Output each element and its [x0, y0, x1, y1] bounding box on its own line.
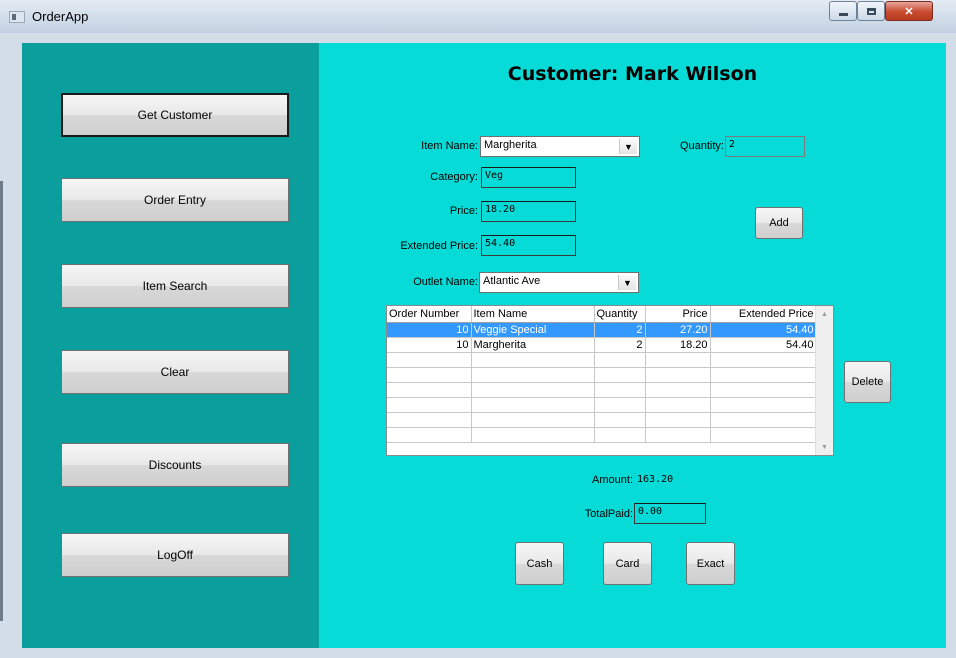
empty-row: [387, 427, 817, 443]
get-customer-button[interactable]: Get Customer: [61, 93, 289, 137]
chevron-down-icon: ▼: [618, 275, 636, 290]
window-frame-right: [946, 33, 956, 658]
category-label: Category:: [430, 171, 478, 183]
app-window: OrderApp ✕ Get Customer Order Entry Item…: [0, 0, 956, 658]
item-name-value: Margherita: [484, 139, 537, 151]
clear-button[interactable]: Clear: [61, 350, 289, 394]
grid-header-row: Order Number Item Name Quantity Price Ex…: [387, 306, 817, 323]
cash-button[interactable]: Cash: [515, 542, 564, 585]
close-icon: ✕: [904, 5, 914, 18]
cell-order-number[interactable]: 10: [387, 337, 472, 353]
price-field: 18.20: [481, 201, 576, 222]
delete-button[interactable]: Delete: [844, 361, 891, 403]
empty-row: [387, 397, 817, 413]
order-entry-button[interactable]: Order Entry: [61, 178, 289, 222]
customer-title: Customer: Mark Wilson: [507, 63, 758, 85]
discounts-button[interactable]: Discounts: [61, 443, 289, 487]
cell-quantity[interactable]: 2: [594, 322, 646, 338]
card-button[interactable]: Card: [603, 542, 652, 585]
price-label: Price:: [449, 205, 478, 217]
column-header-order-number[interactable]: Order Number: [387, 306, 472, 323]
column-header-item-name[interactable]: Item Name: [471, 306, 595, 323]
cell-extended-price[interactable]: 54.40: [710, 322, 817, 338]
minimize-icon: [838, 12, 848, 16]
window-frame-bottom: [0, 648, 956, 658]
outlet-name-label: Outlet Name:: [413, 276, 478, 288]
table-row[interactable]: 10 Margherita 2 18.20 54.40: [387, 337, 817, 353]
maximize-icon: [866, 7, 876, 15]
empty-row: [387, 412, 817, 428]
quantity-label: Quantity:: [679, 140, 724, 152]
cell-order-number[interactable]: 10: [387, 322, 472, 338]
window-frame-top: [22, 33, 946, 43]
scroll-up-icon[interactable]: ▲: [816, 306, 833, 322]
title-bar[interactable]: OrderApp ✕: [0, 0, 956, 33]
total-paid-label: TotalPaid:: [584, 508, 633, 520]
amount-value: 163.20: [637, 474, 674, 485]
add-button[interactable]: Add: [755, 207, 803, 239]
empty-row: [387, 367, 817, 383]
table-row[interactable]: 10 Veggie Special 2 27.20 54.40: [387, 322, 817, 338]
cell-price[interactable]: 27.20: [645, 322, 711, 338]
close-button[interactable]: ✕: [885, 1, 933, 21]
window-title: OrderApp: [32, 9, 89, 24]
chevron-down-icon: ▼: [619, 139, 637, 154]
maximize-button[interactable]: [857, 1, 885, 21]
main-panel: Customer: Mark Wilson Item Name: Margher…: [319, 43, 946, 648]
item-search-button[interactable]: Item Search: [61, 264, 289, 308]
logoff-button[interactable]: LogOff: [61, 533, 289, 577]
item-name-label: Item Name:: [421, 140, 478, 152]
order-items-table: Order Number Item Name Quantity Price Ex…: [387, 306, 817, 443]
cell-price[interactable]: 18.20: [645, 337, 711, 353]
column-header-extended-price[interactable]: Extended Price: [710, 306, 817, 323]
scroll-down-icon[interactable]: ▼: [816, 439, 833, 455]
grid-vertical-scrollbar[interactable]: ▲ ▼: [815, 306, 833, 455]
quantity-field[interactable]: 2: [725, 136, 805, 157]
column-header-quantity[interactable]: Quantity: [594, 306, 646, 323]
extended-price-label: Extended Price:: [400, 240, 478, 252]
cell-item-name[interactable]: Margherita: [471, 337, 595, 353]
minimize-button[interactable]: [829, 1, 857, 21]
outlet-name-select[interactable]: Atlantic Ave ▼: [479, 272, 639, 293]
window-frame-left: [0, 33, 22, 658]
cell-quantity[interactable]: 2: [594, 337, 646, 353]
sidebar: Get Customer Order Entry Item Search Cle…: [22, 43, 319, 648]
amount-label: Amount:: [592, 474, 633, 486]
item-name-select[interactable]: Margherita ▼: [480, 136, 640, 157]
category-field: Veg: [481, 167, 576, 188]
extended-price-field: 54.40: [481, 235, 576, 256]
cell-item-name[interactable]: Veggie Special: [471, 322, 595, 338]
exact-button[interactable]: Exact: [686, 542, 735, 585]
empty-row: [387, 352, 817, 368]
order-items-grid[interactable]: Order Number Item Name Quantity Price Ex…: [386, 305, 834, 456]
empty-row: [387, 382, 817, 398]
outlet-name-value: Atlantic Ave: [483, 275, 541, 287]
column-header-price[interactable]: Price: [645, 306, 711, 323]
cell-extended-price[interactable]: 54.40: [710, 337, 817, 353]
total-paid-field[interactable]: 0.00: [634, 503, 706, 524]
app-icon: [9, 11, 25, 23]
